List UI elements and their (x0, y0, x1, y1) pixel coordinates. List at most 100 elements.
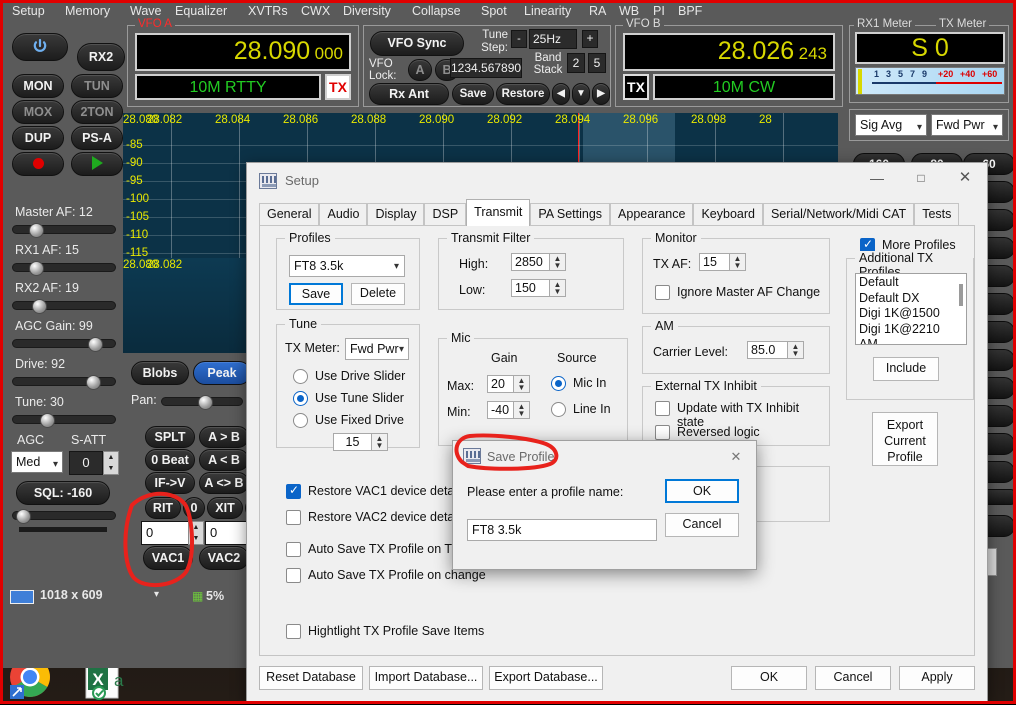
record-icon[interactable] (12, 152, 64, 176)
save-profile-close-button[interactable]: ✕ (724, 447, 748, 467)
tune-step-plus-button[interactable]: + (582, 30, 598, 48)
close-button[interactable]: ✕ (943, 163, 987, 193)
vfo-sync-button[interactable]: VFO Sync (370, 31, 464, 56)
menu-item-setup[interactable]: Setup (12, 4, 45, 18)
profile-select[interactable]: FT8 3.5k ▾ (289, 255, 405, 277)
save-profile-ok-button[interactable]: OK (665, 479, 739, 503)
carrier-level-stepper[interactable]: 85.0 ▲▼ (747, 341, 804, 359)
tab-appearance[interactable]: Appearance (610, 203, 693, 226)
mic-min-stepper[interactable]: -40 ▲▼ (487, 401, 530, 419)
tx-filter-low-stepper[interactable]: 150 ▲▼ (511, 279, 566, 297)
mic-max-stepper[interactable]: 20 ▲▼ (487, 375, 530, 393)
menu-item-cwx[interactable]: CWX (301, 4, 330, 18)
ok-button[interactable]: OK (731, 666, 807, 690)
vfo-a-frequency-display[interactable]: 28.090 000 (135, 33, 351, 71)
fwd-pwr-select[interactable]: Fwd Pwr ▾ (931, 114, 1003, 136)
tune-step-value[interactable]: 25Hz (529, 29, 577, 49)
tab-audio[interactable]: Audio (319, 203, 367, 226)
rx-ant-button[interactable]: Rx Ant (369, 83, 449, 105)
export-current-profile-button[interactable]: Export Current Profile (872, 412, 938, 466)
vfo-a-tx-badge[interactable]: TX (325, 74, 351, 100)
checkbox-auto-save-on-change[interactable] (286, 568, 301, 583)
vac1-button[interactable]: VAC1 (143, 546, 193, 570)
rx2-af-slider[interactable] (12, 301, 116, 310)
menu-item-collapse[interactable]: Collapse (412, 4, 461, 18)
tab-tests[interactable]: Tests (914, 203, 959, 226)
profile-save-button[interactable]: Save (289, 283, 343, 305)
vfo-a-mode[interactable]: 10M RTTY (135, 74, 321, 100)
tab-keyboard[interactable]: Keyboard (693, 203, 763, 226)
listbox-scrollbar[interactable] (959, 284, 963, 306)
pan-slider[interactable] (161, 397, 243, 406)
vfo-restore-button[interactable]: Restore (496, 83, 550, 105)
sql-slider[interactable] (12, 511, 116, 520)
include-button[interactable]: Include (873, 357, 939, 381)
reset-database-button[interactable]: Reset Database (259, 666, 363, 690)
checkbox-highlight-save-items[interactable] (286, 624, 301, 639)
xit-button[interactable]: XIT (207, 497, 243, 519)
zero-beat-button[interactable]: 0 Beat (145, 449, 195, 471)
vfo-nav-left-button[interactable]: ◀ (552, 83, 570, 105)
blobs-button[interactable]: Blobs (131, 361, 189, 385)
chevron-down-icon[interactable]: ▾ (154, 589, 159, 600)
tx-filter-high-stepper[interactable]: 2850 ▲▼ (511, 253, 566, 271)
tune-tx-meter-select[interactable]: Fwd Pwr ▾ (345, 338, 409, 360)
menu-item-pi[interactable]: PI (653, 4, 665, 18)
agc-gain-slider[interactable] (12, 339, 116, 348)
vfo-nav-right-button[interactable]: ▶ (592, 83, 610, 105)
profile-delete-button[interactable]: Delete (351, 283, 405, 305)
vfo-nav-down-button[interactable]: ▼ (572, 83, 590, 105)
cancel-button[interactable]: Cancel (815, 666, 891, 690)
b-to-a-button[interactable]: A < B (199, 449, 249, 471)
checkbox-reversed-logic[interactable] (655, 425, 670, 440)
play-icon[interactable] (71, 152, 123, 176)
drive-slider[interactable] (12, 377, 116, 386)
tab-general[interactable]: General (259, 203, 319, 226)
checkbox-restore-vac2[interactable] (286, 510, 301, 525)
sig-avg-select[interactable]: Sig Avg ▾ (855, 114, 927, 136)
checkbox-auto-save-on-exit[interactable] (286, 542, 301, 557)
list-item[interactable]: Digi 1K@1500 (859, 306, 966, 322)
2ton-button[interactable]: 2TON (71, 100, 123, 124)
vfo-lock-a-button[interactable]: A (408, 59, 432, 81)
rit-value[interactable]: 0 (183, 497, 205, 519)
tune-step-minus-button[interactable]: - (511, 30, 527, 48)
menu-item-ra[interactable]: RA (589, 4, 606, 18)
setup-titlebar[interactable]: Setup — □ ✕ (247, 163, 987, 199)
menu-item-linearity[interactable]: Linearity (524, 4, 571, 18)
frequency-entry-field[interactable]: 1234.567890 (450, 58, 522, 78)
radio-mic-in[interactable] (551, 376, 566, 391)
agc-select[interactable]: Med ▾ (11, 451, 63, 473)
vfo-b-frequency-display[interactable]: 28.026 243 (623, 33, 835, 71)
satt-value[interactable]: 0 (69, 451, 103, 475)
menu-item-spot[interactable]: Spot (481, 4, 507, 18)
tab-pa-settings[interactable]: PA Settings (530, 203, 610, 226)
a-to-b-button[interactable]: A > B (199, 426, 249, 448)
tx-af-stepper[interactable]: 15 ▲▼ (699, 253, 746, 271)
a-swap-b-button[interactable]: A <> B (199, 472, 249, 494)
save-profile-cancel-button[interactable]: Cancel (665, 513, 739, 537)
list-item[interactable]: Default DX (859, 291, 966, 307)
save-profile-titlebar[interactable]: Save Profile ✕ (453, 441, 756, 471)
list-item[interactable]: Default (859, 275, 966, 291)
band-stack-2-button[interactable]: 2 (567, 53, 585, 73)
maximize-button[interactable]: □ (899, 163, 943, 193)
menu-item-bpf[interactable]: BPF (678, 4, 702, 18)
radio-use-fixed-drive[interactable] (293, 413, 308, 428)
mox-button[interactable]: MOX (12, 100, 64, 124)
peak-button[interactable]: Peak (193, 361, 251, 385)
if-to-v-button[interactable]: IF->V (145, 472, 195, 494)
rit-button[interactable]: RIT (145, 497, 181, 519)
sql-button[interactable]: SQL: -160 (16, 481, 110, 505)
list-item[interactable]: AM (859, 337, 966, 345)
apply-button[interactable]: Apply (899, 666, 975, 690)
rit-stepper[interactable]: ▲ ▼ (188, 521, 204, 545)
additional-profiles-listbox[interactable]: Default Default DX Digi 1K@1500 Digi 1K@… (855, 273, 967, 345)
menu-item-diversity[interactable]: Diversity (343, 4, 391, 18)
radio-line-in[interactable] (551, 402, 566, 417)
power-icon[interactable] (12, 33, 68, 61)
mon-button[interactable]: MON (12, 74, 64, 98)
vfo-b-tx-badge[interactable]: TX (623, 74, 649, 100)
tun-button[interactable]: TUN (71, 74, 123, 98)
tab-display[interactable]: Display (367, 203, 424, 226)
